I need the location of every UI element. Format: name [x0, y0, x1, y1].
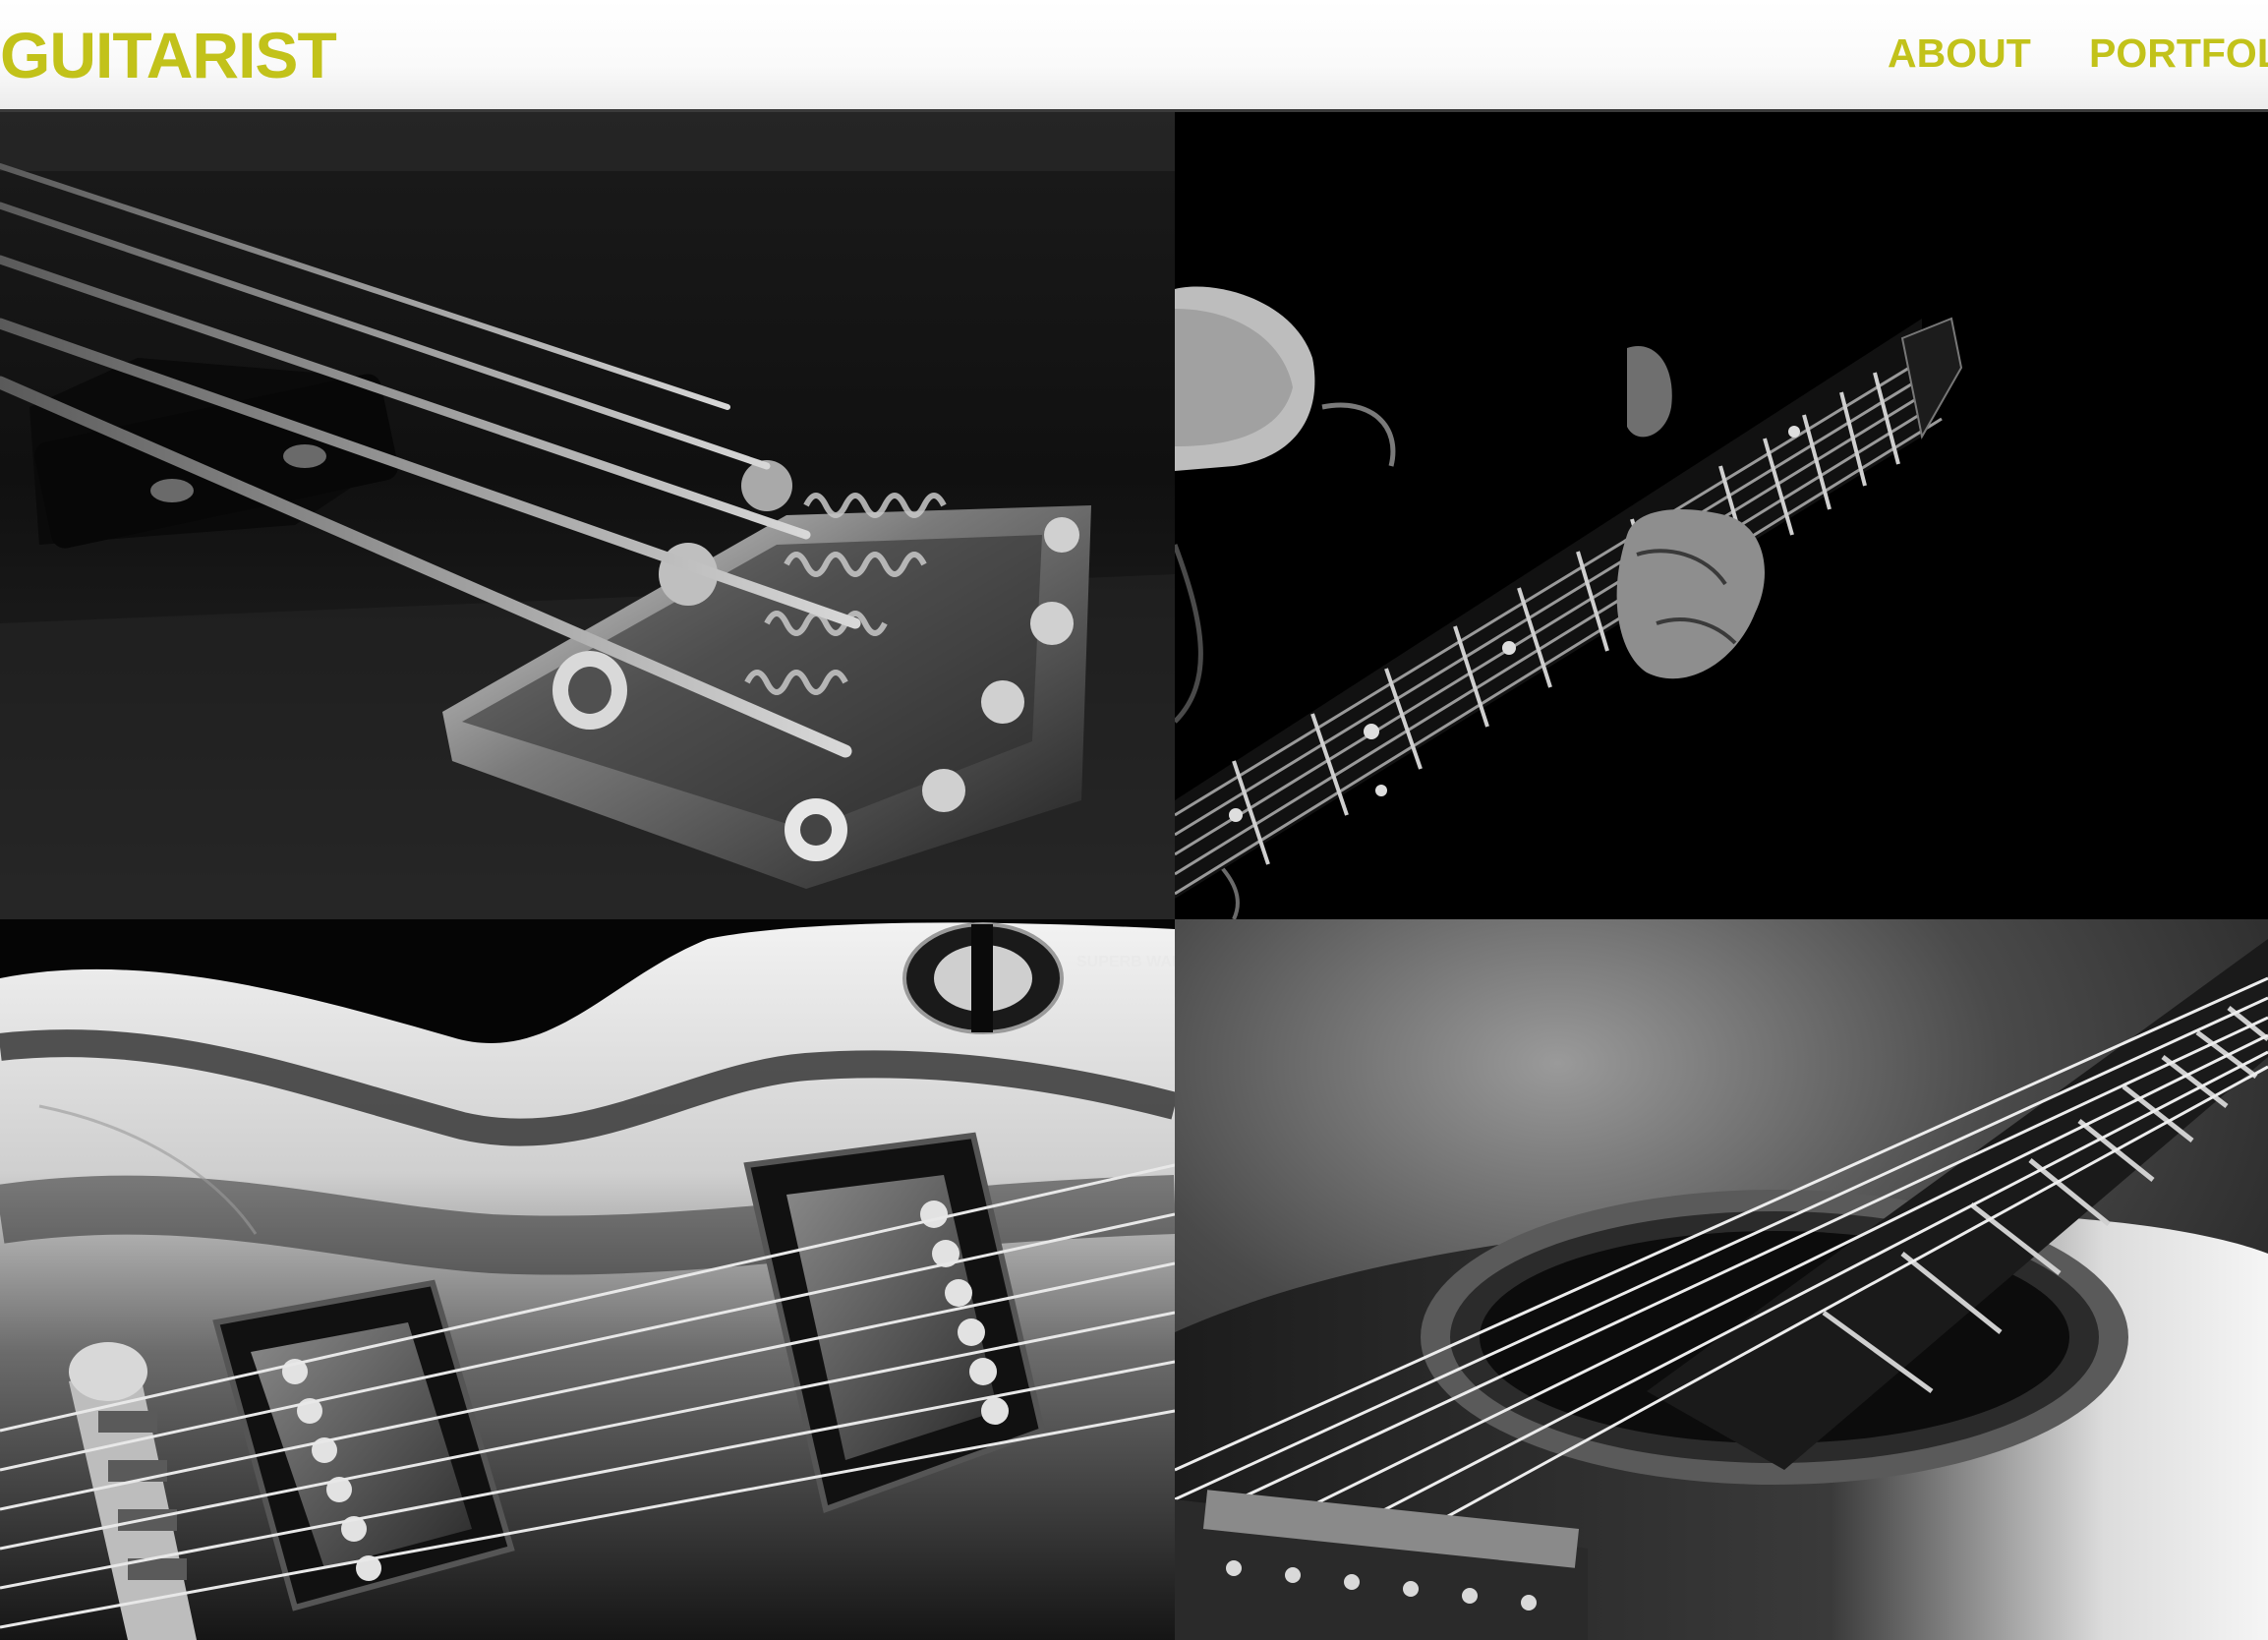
superb-wallpapers-watermark: SUPERB WALLPAPERS	[1076, 954, 1175, 970]
gallery-tile-bass-bridge[interactable]	[0, 112, 1175, 919]
main-nav: ABOUT PORTFOL	[1885, 29, 2268, 78]
site-logo-title[interactable]: GUITARIST	[0, 18, 337, 92]
photo-gallery: SUPERB WALLPAPERS	[0, 112, 2268, 1640]
nav-portfolio-link[interactable]: PORTFOL	[2089, 29, 2268, 78]
gallery-tile-electric-pickups[interactable]: SUPERB WALLPAPERS	[0, 919, 1175, 1640]
site-header: GUITARIST ABOUT PORTFOL	[0, 0, 2268, 112]
electric-pickups-photo: SUPERB WALLPAPERS	[0, 919, 1175, 1640]
gallery-tile-fretting-hand[interactable]	[1175, 112, 2268, 919]
nav-about-link[interactable]: ABOUT	[1888, 29, 2031, 78]
acoustic-neck-photo	[1175, 919, 2268, 1640]
fretting-hand-photo	[1175, 112, 2268, 919]
gallery-tile-acoustic-neck[interactable]	[1175, 919, 2268, 1640]
bass-bridge-photo	[0, 112, 1175, 919]
